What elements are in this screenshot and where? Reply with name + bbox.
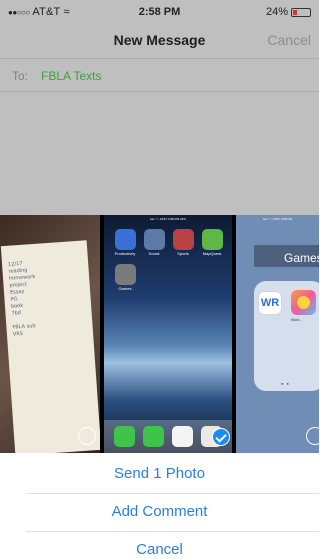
- folder-icon: [114, 264, 136, 285]
- app-label: Games: [118, 286, 132, 291]
- send-photo-button[interactable]: Send 1 Photo: [0, 455, 319, 493]
- nav-cancel-button[interactable]: Cancel: [267, 32, 311, 48]
- to-label: To:: [12, 69, 29, 83]
- folder-icon: [172, 229, 194, 250]
- mini-status-bar: ●●○○○ AT&T 2:58 PM 24%: [150, 217, 186, 221]
- status-bar: ●●○○○ AT&T ≈ 2:58 PM 24%: [0, 0, 319, 22]
- notes-paper-image: 12/17 reading homework project Essay PG …: [0, 240, 100, 453]
- homescreen-app-games: Games: [114, 264, 136, 291]
- folder-icon: [114, 229, 136, 250]
- battery-indicator: 24%: [266, 6, 311, 18]
- action-sheet: Send 1 Photo Add Comment Cancel: [0, 453, 319, 559]
- homescreen-app-social: Social: [143, 229, 165, 256]
- app-label: MapQuest: [202, 251, 222, 256]
- compose-screen: ●●○○○ AT&T ≈ 2:58 PM 24% New Message Can…: [0, 0, 319, 215]
- photo-thumbnail-homescreen[interactable]: ●●○○○ AT&T 2:58 PM 24% Productivity Socia…: [104, 215, 232, 453]
- battery-icon: [291, 7, 311, 17]
- game-app-label: Word...: [291, 318, 303, 322]
- homescreen-app-grid: Productivity Social Sports MapQuest Games: [114, 229, 223, 291]
- app-label: Sports: [177, 251, 189, 256]
- select-circle[interactable]: [78, 427, 96, 445]
- notes-handwriting: 12/17 reading homework project Essay PG …: [7, 260, 36, 338]
- emoji-game-app-icon: [291, 290, 316, 315]
- page-dots: ● ●: [281, 381, 290, 386]
- mini-status-bar: ●●○○○ AT&T 2:58 PM: [262, 217, 293, 221]
- photo-thumbnail-notes[interactable]: 12/17 reading homework project Essay PG …: [0, 215, 100, 453]
- add-comment-button[interactable]: Add Comment: [0, 493, 319, 531]
- folder-icon: [143, 229, 165, 250]
- select-circle[interactable]: [306, 427, 319, 445]
- app-label: Productivity: [114, 251, 136, 256]
- dock-app-gmail-icon: [172, 426, 193, 447]
- photo-thumbnail-games-folder[interactable]: ●●○○○ AT&T 2:58 PM Games WR Word... ● ●: [236, 215, 319, 453]
- homescreen-app-sports: Sports: [172, 229, 194, 256]
- app-label: Social: [148, 251, 160, 256]
- homescreen-app-productivity: Productivity: [114, 229, 136, 256]
- map-icon: [201, 229, 223, 250]
- word-game-app-icon: WR: [258, 291, 282, 315]
- dock-app-messages-icon: [114, 426, 135, 447]
- to-field[interactable]: To: FBLA Texts: [0, 58, 319, 92]
- homescreen-app-mapquest: MapQuest: [201, 229, 223, 256]
- dock-app-phone-icon: [143, 426, 164, 447]
- recipient-chip[interactable]: FBLA Texts: [41, 69, 101, 83]
- photo-strip[interactable]: 12/17 reading homework project Essay PG …: [0, 215, 319, 453]
- games-folder-title: Games: [284, 251, 319, 265]
- cancel-button[interactable]: Cancel: [0, 531, 319, 559]
- selected-checkmark-icon[interactable]: [212, 428, 230, 446]
